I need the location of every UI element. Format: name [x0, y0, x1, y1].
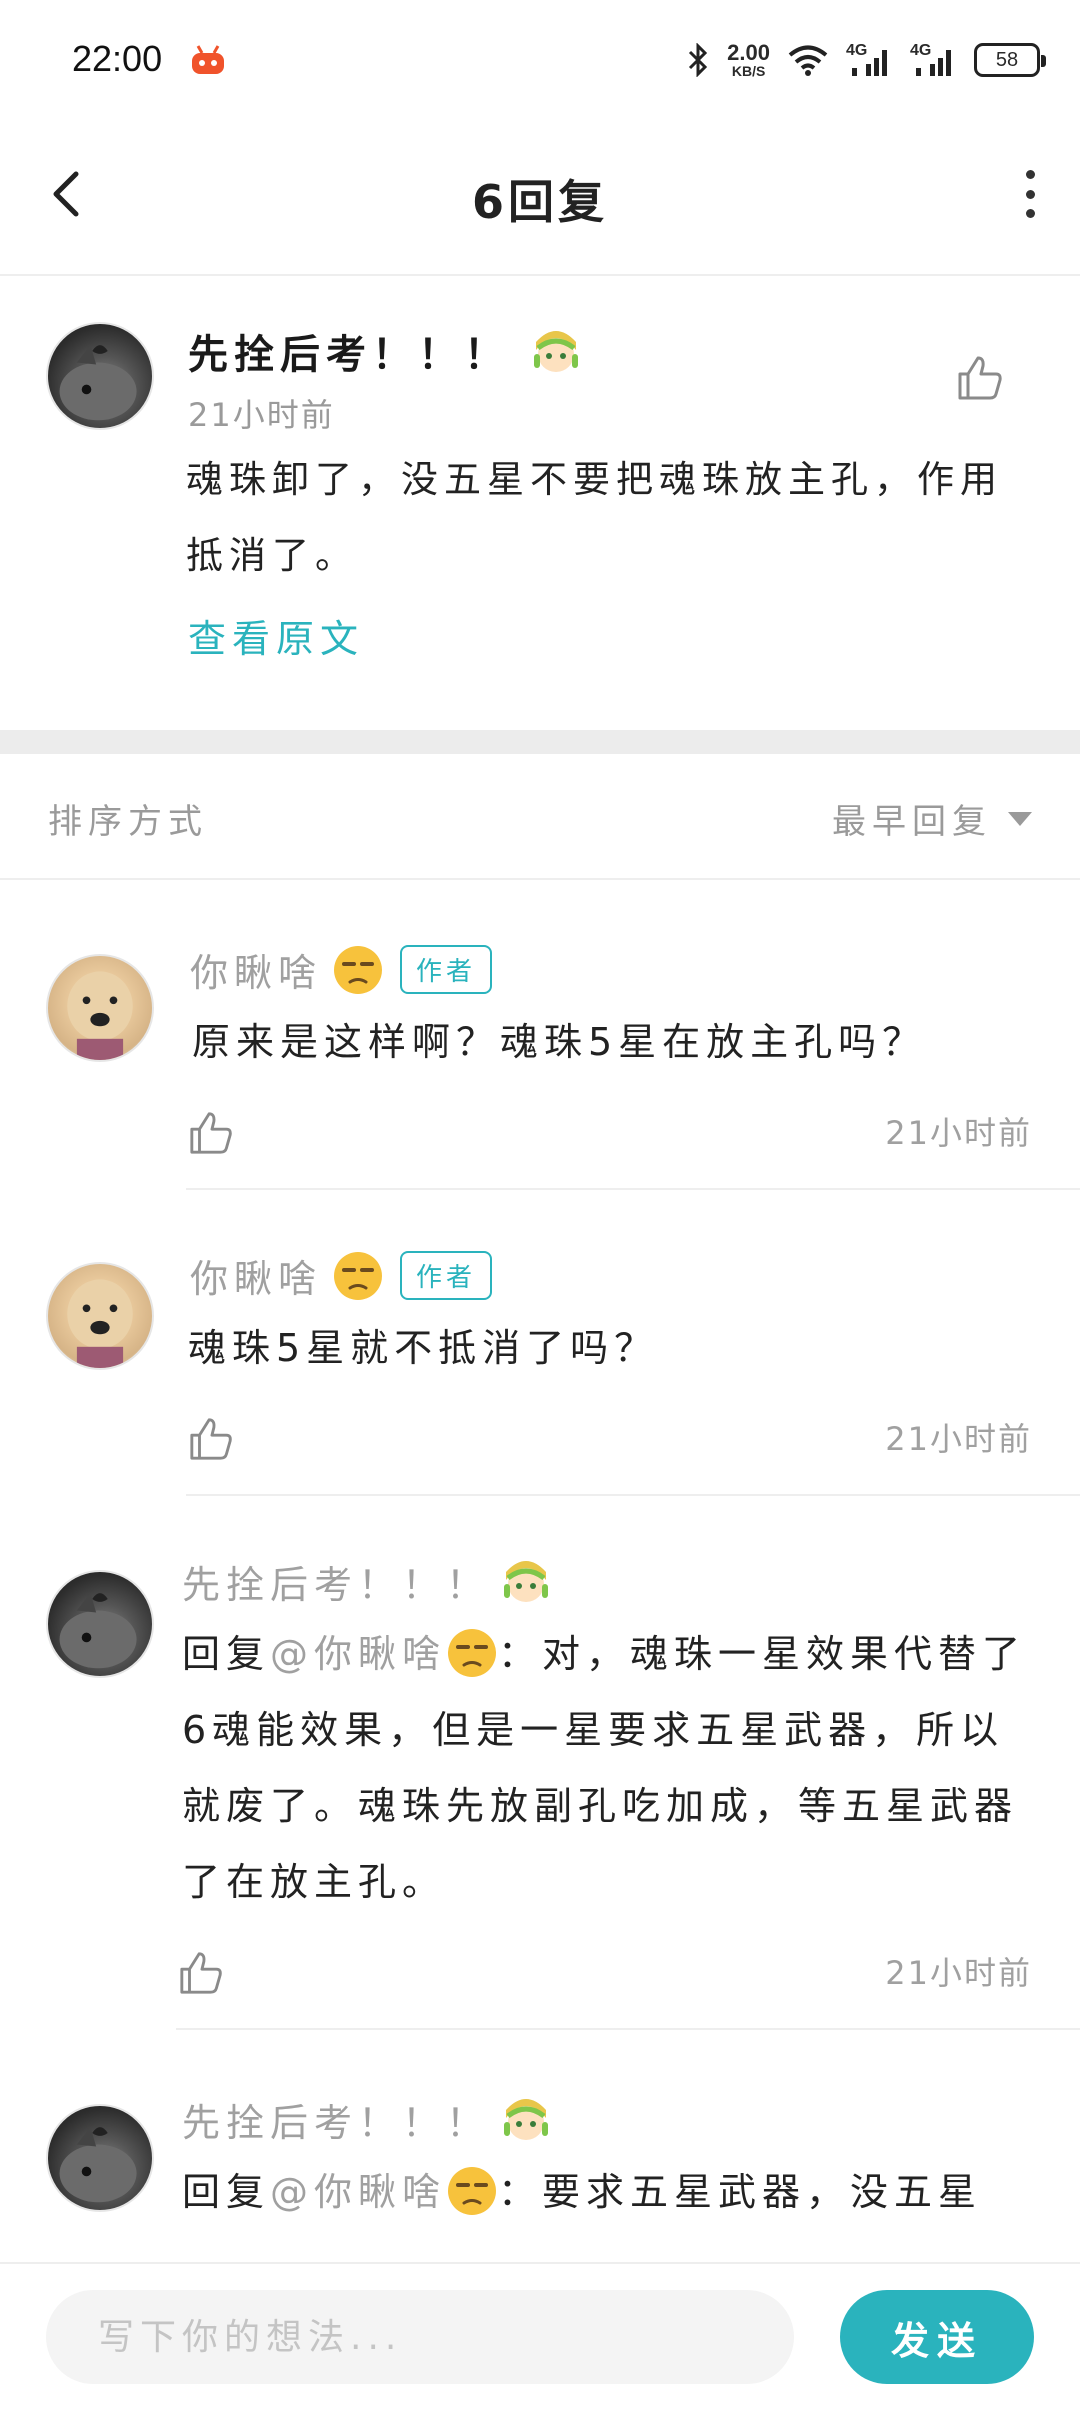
reply-author-name[interactable]: 先拴后考！！！ — [182, 2092, 490, 2147]
post-body: 魂珠卸了，没五星不要把魂珠放主孔，作用抵消了。 — [186, 458, 1003, 577]
reply-item: 先拴后考！！！ 回复@你瞅啥 ：对，魂珠一星效果代替了6魂能效果，但是一星要求五… — [0, 1494, 1080, 2030]
thumbs-up-icon[interactable] — [956, 354, 1004, 402]
reply-item: 你瞅啥 作者 原来是这样啊？魂珠5星在放主孔吗？ 21小时前 — [0, 880, 1080, 1192]
anime-badge-icon — [504, 2098, 549, 2140]
post-author-name[interactable]: 先拴后考！！！ — [188, 322, 510, 380]
avatar[interactable] — [46, 1262, 154, 1370]
more-options-icon[interactable] — [1020, 170, 1040, 218]
reply-author-name[interactable]: 先拴后考！！！ — [182, 1554, 490, 1609]
status-bar: 22:00 2.00 KB/S 4G 4G 58 — [0, 0, 1080, 120]
comment-input[interactable] — [46, 2290, 794, 2384]
reply-time: 21小时前 — [885, 1420, 1032, 1458]
sort-label: 排序方式 — [48, 802, 208, 842]
thumbs-up-icon[interactable] — [178, 1950, 224, 1996]
unamused-face-icon — [334, 1251, 383, 1300]
reply-body: ：要求五星武器，没五星 — [498, 2170, 983, 2214]
dog-avatar-image — [67, 1279, 133, 1368]
avatar[interactable] — [46, 1570, 154, 1678]
app-notification-icon — [192, 45, 224, 74]
sort-dropdown[interactable]: 最早回复 — [832, 794, 1032, 843]
reply-item: 先拴后考！！！ 回复@你瞅啥 ：要求五星武器，没五星 — [0, 2030, 1080, 2262]
main-post: 先拴后考！！！ 21小时前 魂珠卸了，没五星不要把魂珠放主孔，作用抵消了。 查看… — [0, 278, 1080, 730]
reply-text: 回复@你瞅啥 ：对，魂珠一星效果代替了6魂能效果，但是一星要求五星武器，所以就废… — [182, 1616, 1042, 1920]
author-tag-badge: 作者 — [400, 1251, 493, 1300]
unamused-face-icon — [448, 1629, 497, 1677]
net-speed-unit: KB/S — [731, 63, 766, 79]
reply-header: 先拴后考！！！ — [182, 2092, 552, 2147]
cat-avatar-image — [59, 2127, 137, 2203]
reply-author-name[interactable]: 你瞅啥 — [190, 1248, 322, 1303]
dog-avatar-image — [67, 971, 133, 1060]
signal-bars-icon — [852, 50, 887, 76]
author-tag-badge: 作者 — [400, 945, 493, 994]
thumbs-up-icon[interactable] — [188, 1110, 234, 1156]
page-title: 6回复 — [471, 175, 608, 229]
battery-icon: 58 — [974, 43, 1046, 77]
unamused-face-icon — [334, 945, 383, 994]
comment-bar: 发送 — [0, 2262, 1080, 2412]
cat-avatar-image — [59, 345, 137, 421]
reply-header: 先拴后考！！！ — [182, 1554, 552, 1609]
wifi-icon — [788, 45, 828, 76]
reply-header: 你瞅啥 作者 — [190, 1248, 493, 1303]
avatar[interactable] — [46, 2104, 154, 2212]
thumbs-up-icon[interactable] — [188, 1416, 234, 1462]
send-button[interactable]: 发送 — [840, 2290, 1034, 2384]
reply-text: 原来是这样啊？魂珠5星在放主孔吗？ — [192, 1020, 927, 1064]
status-time: 22:00 — [72, 38, 163, 79]
signal-bars-icon — [916, 50, 951, 76]
chevron-down-icon — [1008, 811, 1032, 826]
top-app-bar: 6回复 — [0, 120, 1080, 276]
view-original-link[interactable]: 查看原文 — [188, 608, 364, 663]
section-divider — [0, 730, 1080, 754]
mention-link[interactable]: @你瞅啥 — [270, 2170, 446, 2214]
cat-avatar-image — [59, 1593, 137, 1669]
signal-2: 4G — [910, 42, 956, 78]
battery-level: 58 — [995, 48, 1019, 71]
net-speed-value: 2.00 — [727, 40, 770, 65]
post-time: 21小时前 — [188, 396, 335, 434]
mention-link[interactable]: @你瞅啥 — [270, 1632, 446, 1676]
network-speed: 2.00 KB/S — [727, 40, 770, 79]
sort-bar: 排序方式 最早回复 — [0, 754, 1080, 880]
reply-prefix: 回复 — [182, 1632, 271, 1676]
reply-header: 你瞅啥 作者 — [190, 942, 493, 997]
bluetooth-icon — [689, 43, 708, 77]
reply-prefix: 回复 — [182, 2170, 271, 2214]
reply-author-name[interactable]: 你瞅啥 — [190, 942, 322, 997]
reply-text: 魂珠5星就不抵消了吗？ — [188, 1326, 659, 1370]
anime-badge-icon — [504, 1560, 549, 1602]
reply-time: 21小时前 — [885, 1114, 1032, 1152]
unamused-face-icon — [448, 2167, 497, 2215]
avatar[interactable] — [46, 322, 154, 430]
reply-time: 21小时前 — [885, 1954, 1032, 1992]
anime-badge-icon — [534, 331, 578, 372]
signal-1: 4G — [846, 42, 892, 78]
sort-selected-value: 最早回复 — [832, 802, 992, 842]
avatar[interactable] — [46, 954, 154, 1062]
reply-item: 你瞅啥 作者 魂珠5星就不抵消了吗？ 21小时前 — [0, 1188, 1080, 1496]
reply-text: 回复@你瞅啥 ：要求五星武器，没五星 — [182, 2154, 1042, 2230]
